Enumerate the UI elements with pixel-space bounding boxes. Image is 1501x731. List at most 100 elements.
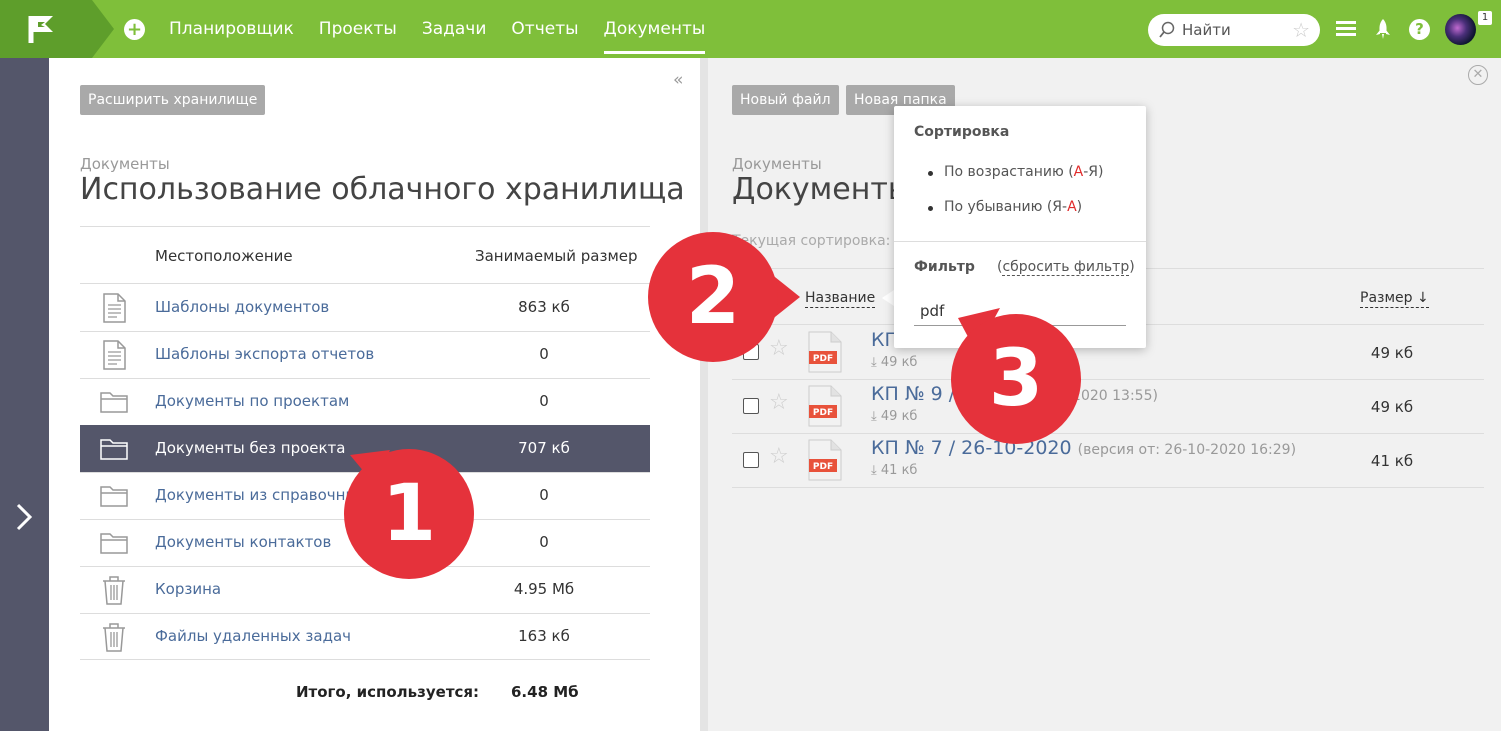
search-input[interactable]: Найти ☆ [1148,14,1320,46]
table-row[interactable]: Шаблоны экспорта отчетов 0 [80,331,650,378]
menu-icon[interactable] [1336,21,1356,37]
reset-filter[interactable]: (сбросить фильтр) [997,259,1135,276]
trash-icon [100,575,128,605]
avatar[interactable] [1445,14,1476,45]
sort-ascending-option[interactable]: По возрастанию (А-Я) [927,164,1104,180]
row-location-link[interactable]: Шаблоны экспорта отчетов [155,345,374,363]
popup-pointer [882,290,894,306]
help-icon[interactable]: ? [1409,19,1430,40]
svg-text:PDF: PDF [813,408,833,418]
sort-desc-letter: А [1067,199,1077,215]
row-size: 0 [539,486,549,504]
row-size: 4.95 Мб [513,580,575,598]
documents-breadcrumb[interactable]: Документы [732,155,822,173]
file-download[interactable]: ⤓ 49 кб [871,409,917,424]
folder-icon [100,528,128,558]
trash-icon [100,622,128,652]
file-download[interactable]: ⤓ 41 кб [871,463,917,478]
new-file-button[interactable]: Новый файл [732,85,839,115]
table-top-border [80,226,650,227]
row-size: 863 кб [518,298,570,316]
callout-2: 2 [648,232,778,362]
sort-title: Сортировка [914,124,1010,140]
sort-desc-prefix: По убыванию (Я- [944,199,1068,215]
main-nav: Планировщик Проекты Задачи Отчеты Докуме… [169,0,730,58]
sort-desc-suffix: ) [1076,199,1083,215]
folder-icon [100,434,128,464]
row-location-link[interactable]: Документы по проектам [155,392,349,410]
nav-planner[interactable]: Планировщик [169,0,294,58]
pdf-file-icon: PDF [807,385,843,427]
row-location-link[interactable]: Файлы удаленных задач [155,627,351,645]
logo-arrow-shape [92,0,114,58]
nav-tasks[interactable]: Задачи [422,0,487,58]
expand-storage-button[interactable]: Расширить хранилище [80,85,266,115]
popup-divider [894,241,1146,242]
file-row-divider [732,487,1484,488]
download-icon[interactable]: ⤓ [871,409,877,424]
table-row[interactable]: Документы по проектам 0 [80,378,650,425]
top-navigation-bar: + Планировщик Проекты Задачи Отчеты Доку… [0,0,1501,58]
table-row[interactable]: Шаблоны документов 863 кб [80,284,650,331]
breadcrumb[interactable]: Документы [80,155,170,173]
notification-badge: 1 [1478,11,1492,25]
nav-projects[interactable]: Проекты [319,0,397,58]
callout-1: 1 [344,449,474,579]
rocket-icon[interactable] [1373,18,1393,40]
logo-container[interactable] [0,0,92,58]
reset-filter-link[interactable]: сбросить фильтр [1002,259,1130,276]
nav-documents[interactable]: Документы [603,0,705,58]
row-size: 0 [539,345,549,363]
pdf-file-icon: PDF [807,439,843,481]
collapse-panel-icon[interactable]: « [673,70,683,90]
favorite-star-icon[interactable]: ☆ [1292,19,1310,41]
sort-by-size-header[interactable]: Размер ↓ [1360,289,1429,308]
flag-logo-icon [28,16,53,43]
chevron-right-icon[interactable] [14,502,34,532]
file-size: 49 кб [1370,344,1414,362]
document-icon [100,340,128,370]
documents-title: Документы [732,172,912,207]
search-placeholder: Найти [1182,21,1231,39]
row-location-link[interactable]: Документы без проекта [155,439,345,457]
row-location-link[interactable]: Корзина [155,580,221,598]
file-download[interactable]: ⤓ 49 кб [871,355,917,370]
filter-title: Фильтр [914,259,975,275]
sort-descending-option[interactable]: По убыванию (Я-А) [927,199,1083,215]
file-checkbox[interactable] [743,398,759,414]
row-location-link[interactable]: Шаблоны документов [155,298,329,316]
panel-divider[interactable] [700,58,708,731]
document-icon [100,293,128,323]
download-icon[interactable]: ⤓ [871,355,877,370]
svg-text:PDF: PDF [813,462,833,472]
file-checkbox[interactable] [743,452,759,468]
page-title: Использование облачного хранилища [80,172,685,207]
file-row[interactable]: ☆PDFКП № 9 / рсии от: 16-12-2020 13:55)⤓… [732,379,1484,433]
row-location-link[interactable]: Документы из справочни [155,486,355,504]
row-size: 0 [539,392,549,410]
row-location-link[interactable]: Документы контактов [155,533,331,551]
total-value: 6.48 Мб [511,683,579,701]
sort-by-name-header[interactable]: Название [805,289,876,308]
table-row[interactable]: Файлы удаленных задач 163 кб [80,613,650,660]
file-download-size: 49 кб [880,355,918,370]
add-button[interactable]: + [124,19,145,40]
callout-3: 3 [951,314,1081,444]
row-size: 163 кб [518,627,570,645]
nav-reports[interactable]: Отчеты [511,0,578,58]
download-icon[interactable]: ⤓ [871,463,877,478]
reset-close: ) [1129,259,1135,275]
sort-asc-letter: А [1073,164,1084,180]
star-icon[interactable]: ☆ [769,444,789,470]
column-header-size: Занимаемый размер [475,247,638,265]
sort-asc-suffix: -Я) [1083,164,1104,180]
star-icon[interactable]: ☆ [769,390,789,416]
row-size: 0 [539,533,549,551]
close-icon[interactable]: ✕ [1468,65,1488,85]
file-size: 49 кб [1370,398,1414,416]
table-bottom-border [80,659,650,660]
file-row[interactable]: ☆ PDF КП № 7 / 26-10-2020 (версия от: 26-1… [732,433,1484,487]
file-size: 41 кб [1370,452,1414,470]
pdf-file-icon: PDF [807,331,843,373]
folder-icon [100,387,128,417]
